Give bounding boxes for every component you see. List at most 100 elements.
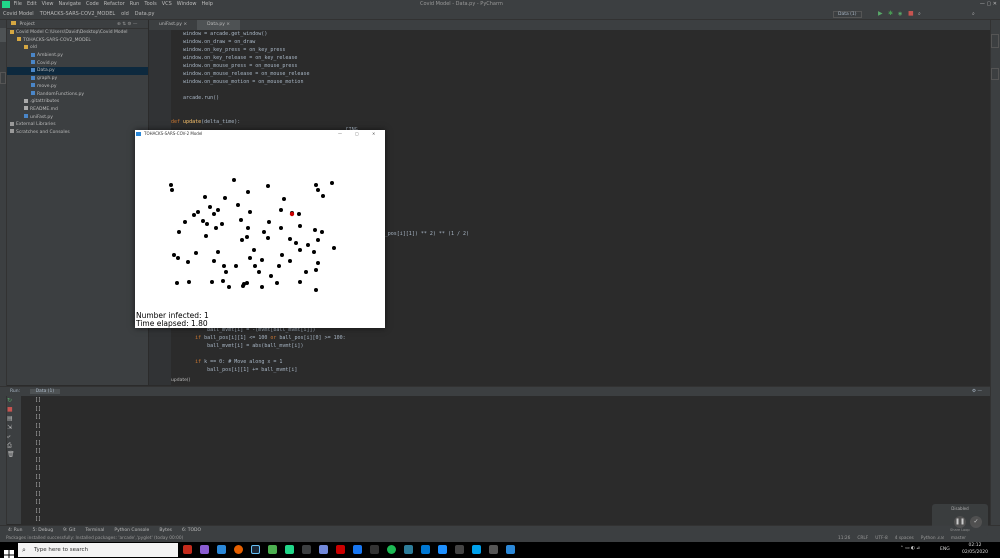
discord-icon[interactable]: [319, 545, 328, 554]
window-controls[interactable]: — ▢ ✕: [960, 0, 1000, 9]
debug-icon[interactable]: ✱: [888, 11, 894, 17]
editor-breadcrumb[interactable]: update(): [171, 377, 990, 385]
breadcrumb[interactable]: Covid Model TOHACKS-SARS-COV2_MODEL old Dat…: [0, 11, 160, 17]
project-tree-item[interactable]: RandomFunctions.py: [7, 91, 148, 99]
stop-run-icon[interactable]: ■: [7, 405, 21, 414]
breadcrumb-item[interactable]: old: [121, 9, 129, 20]
close-button[interactable]: ✕: [372, 130, 375, 138]
healthy-ball: [257, 270, 261, 274]
breadcrumb-item[interactable]: Covid Model: [3, 9, 34, 20]
sciview-tool-tab[interactable]: [991, 68, 999, 80]
print-icon[interactable]: ⎙: [7, 441, 21, 450]
clock-time[interactable]: 02:12: [960, 543, 990, 548]
project-tree-item[interactable]: Covid.py: [7, 60, 148, 68]
menu-refactor[interactable]: Refactor: [104, 0, 125, 9]
project-tree-item[interactable]: External Libraries: [7, 121, 148, 129]
structure-tool-tab[interactable]: [0, 72, 6, 84]
status-item[interactable]: UTF-8: [875, 536, 888, 541]
taskbar-app-icon[interactable]: [200, 545, 209, 554]
menu-vcs[interactable]: VCS: [162, 0, 172, 9]
breadcrumb-item[interactable]: TOHACKS-SARS-COV2_MODEL: [40, 9, 115, 20]
panel-settings-icon[interactable]: ⊕ ⇅ ⚙ —: [117, 20, 137, 29]
project-tree-item[interactable]: README.md: [7, 106, 148, 114]
taskbar-app-icon[interactable]: [472, 545, 481, 554]
tray-icons[interactable]: ⌃ ▭ ◐ ⊿: [900, 546, 920, 551]
windows-start-icon[interactable]: [4, 545, 14, 558]
menu-file[interactable]: File: [14, 0, 22, 9]
menu-code[interactable]: Code: [86, 0, 99, 9]
menu-run[interactable]: Run: [130, 0, 140, 9]
arcade-game-window[interactable]: TOHACKS-SARS-COV-2 Model — ▢ ✕ Number in…: [135, 130, 385, 328]
language-indicator[interactable]: ENG: [940, 547, 950, 552]
taskbar-app-icon[interactable]: [336, 545, 345, 554]
coverage-icon[interactable]: ◉: [898, 11, 904, 17]
minimize-button[interactable]: —: [338, 130, 342, 138]
pycharm-icon[interactable]: [285, 545, 294, 554]
maximize-button[interactable]: ▢: [355, 130, 359, 138]
editor-tab[interactable]: Data.py ×: [197, 20, 241, 30]
project-panel-header[interactable]: Project ⊕ ⇅ ⚙ —: [7, 20, 148, 29]
project-tool-tab[interactable]: [0, 28, 6, 42]
project-tree-item[interactable]: move.py: [7, 83, 148, 91]
menu-window[interactable]: Window: [177, 0, 197, 9]
database-tool-tab[interactable]: [991, 34, 999, 48]
status-item[interactable]: 11:26: [838, 536, 850, 541]
taskbar-app-icon[interactable]: [268, 545, 277, 554]
console-line: []: [35, 414, 42, 420]
pin-tab-icon[interactable]: ⇲: [7, 423, 21, 432]
editor-tab[interactable]: uniFast.py ×: [149, 20, 197, 30]
run-tab-data[interactable]: Data (1): [29, 389, 61, 394]
status-item[interactable]: 4 spaces: [895, 536, 914, 541]
rerun-icon[interactable]: ↻: [7, 396, 21, 405]
search-icon[interactable]: ⌕: [972, 11, 978, 17]
project-tree-item[interactable]: uniFast.py: [7, 114, 148, 122]
status-item[interactable]: master: [951, 536, 966, 541]
project-tree-item[interactable]: .gitattributes: [7, 98, 148, 106]
edge-icon[interactable]: [438, 545, 447, 554]
taskbar-app-icon[interactable]: [353, 545, 362, 554]
menu-navigate[interactable]: Navigate: [59, 0, 81, 9]
menu-edit[interactable]: Edit: [27, 0, 37, 9]
menu-tools[interactable]: Tools: [144, 0, 156, 9]
taskbar-app-icon[interactable]: [489, 545, 498, 554]
breadcrumb-item[interactable]: Data.py: [135, 9, 155, 20]
game-window-titlebar[interactable]: TOHACKS-SARS-COV-2 Model — ▢ ✕: [135, 130, 385, 138]
taskbar-app-icon[interactable]: [404, 545, 413, 554]
taskbar-app-icon[interactable]: [421, 545, 430, 554]
stop-icon[interactable]: ■: [908, 11, 914, 17]
run-config-select[interactable]: Data (1): [833, 11, 862, 18]
taskbar-app-icon[interactable]: [217, 545, 226, 554]
taskbar-app-icon[interactable]: [302, 545, 311, 554]
status-item[interactable]: Python 3.8: [921, 536, 944, 541]
confirm-button[interactable]: ✓: [970, 516, 982, 528]
pause-button[interactable]: ❚❚: [954, 516, 966, 528]
project-tree-item[interactable]: old: [7, 44, 148, 52]
run-console-output[interactable]: [] [] [] [] [] [] [] [] [] [] [] [] [] [] []: [31, 396, 990, 524]
project-tree-item[interactable]: Covid Model C:\Users\David\Desktop\Covid…: [7, 29, 148, 37]
healthy-ball: [332, 246, 336, 250]
taskbar-app-icon[interactable]: [183, 545, 192, 554]
search-everywhere-icon[interactable]: ⌕: [918, 11, 924, 17]
project-tree-item[interactable]: graph.py: [7, 75, 148, 83]
status-item[interactable]: CRLF: [857, 536, 868, 541]
spotify-icon[interactable]: [387, 545, 396, 554]
wrap-icon[interactable]: ⤶: [7, 432, 21, 441]
project-tree-item[interactable]: TOHACKS-SARS-COV2_MODEL: [7, 37, 148, 45]
menu-view[interactable]: View: [42, 0, 54, 9]
taskbar-app-icon[interactable]: [370, 545, 379, 554]
project-tree-item[interactable]: Scratches and Consoles: [7, 129, 148, 137]
firefox-icon[interactable]: [234, 545, 243, 554]
project-tree-item[interactable]: Data.py: [7, 67, 148, 76]
project-tree-item[interactable]: Ambient.py: [7, 52, 148, 60]
steam-icon[interactable]: [251, 545, 260, 554]
status-message[interactable]: Packages installed successfully: Install…: [0, 536, 183, 541]
clock-date[interactable]: 02/05/2020: [960, 550, 990, 555]
trash-icon[interactable]: 🗑: [7, 450, 21, 459]
taskbar-app-icon[interactable]: [455, 545, 464, 554]
restore-layout-icon[interactable]: ▤: [7, 414, 21, 423]
run-icon[interactable]: ▶: [878, 11, 884, 17]
taskbar-app-icon[interactable]: [506, 545, 515, 554]
taskbar-search-input[interactable]: Type here to search: [18, 543, 178, 557]
console-line: []: [35, 439, 42, 446]
menu-help[interactable]: Help: [202, 0, 213, 9]
